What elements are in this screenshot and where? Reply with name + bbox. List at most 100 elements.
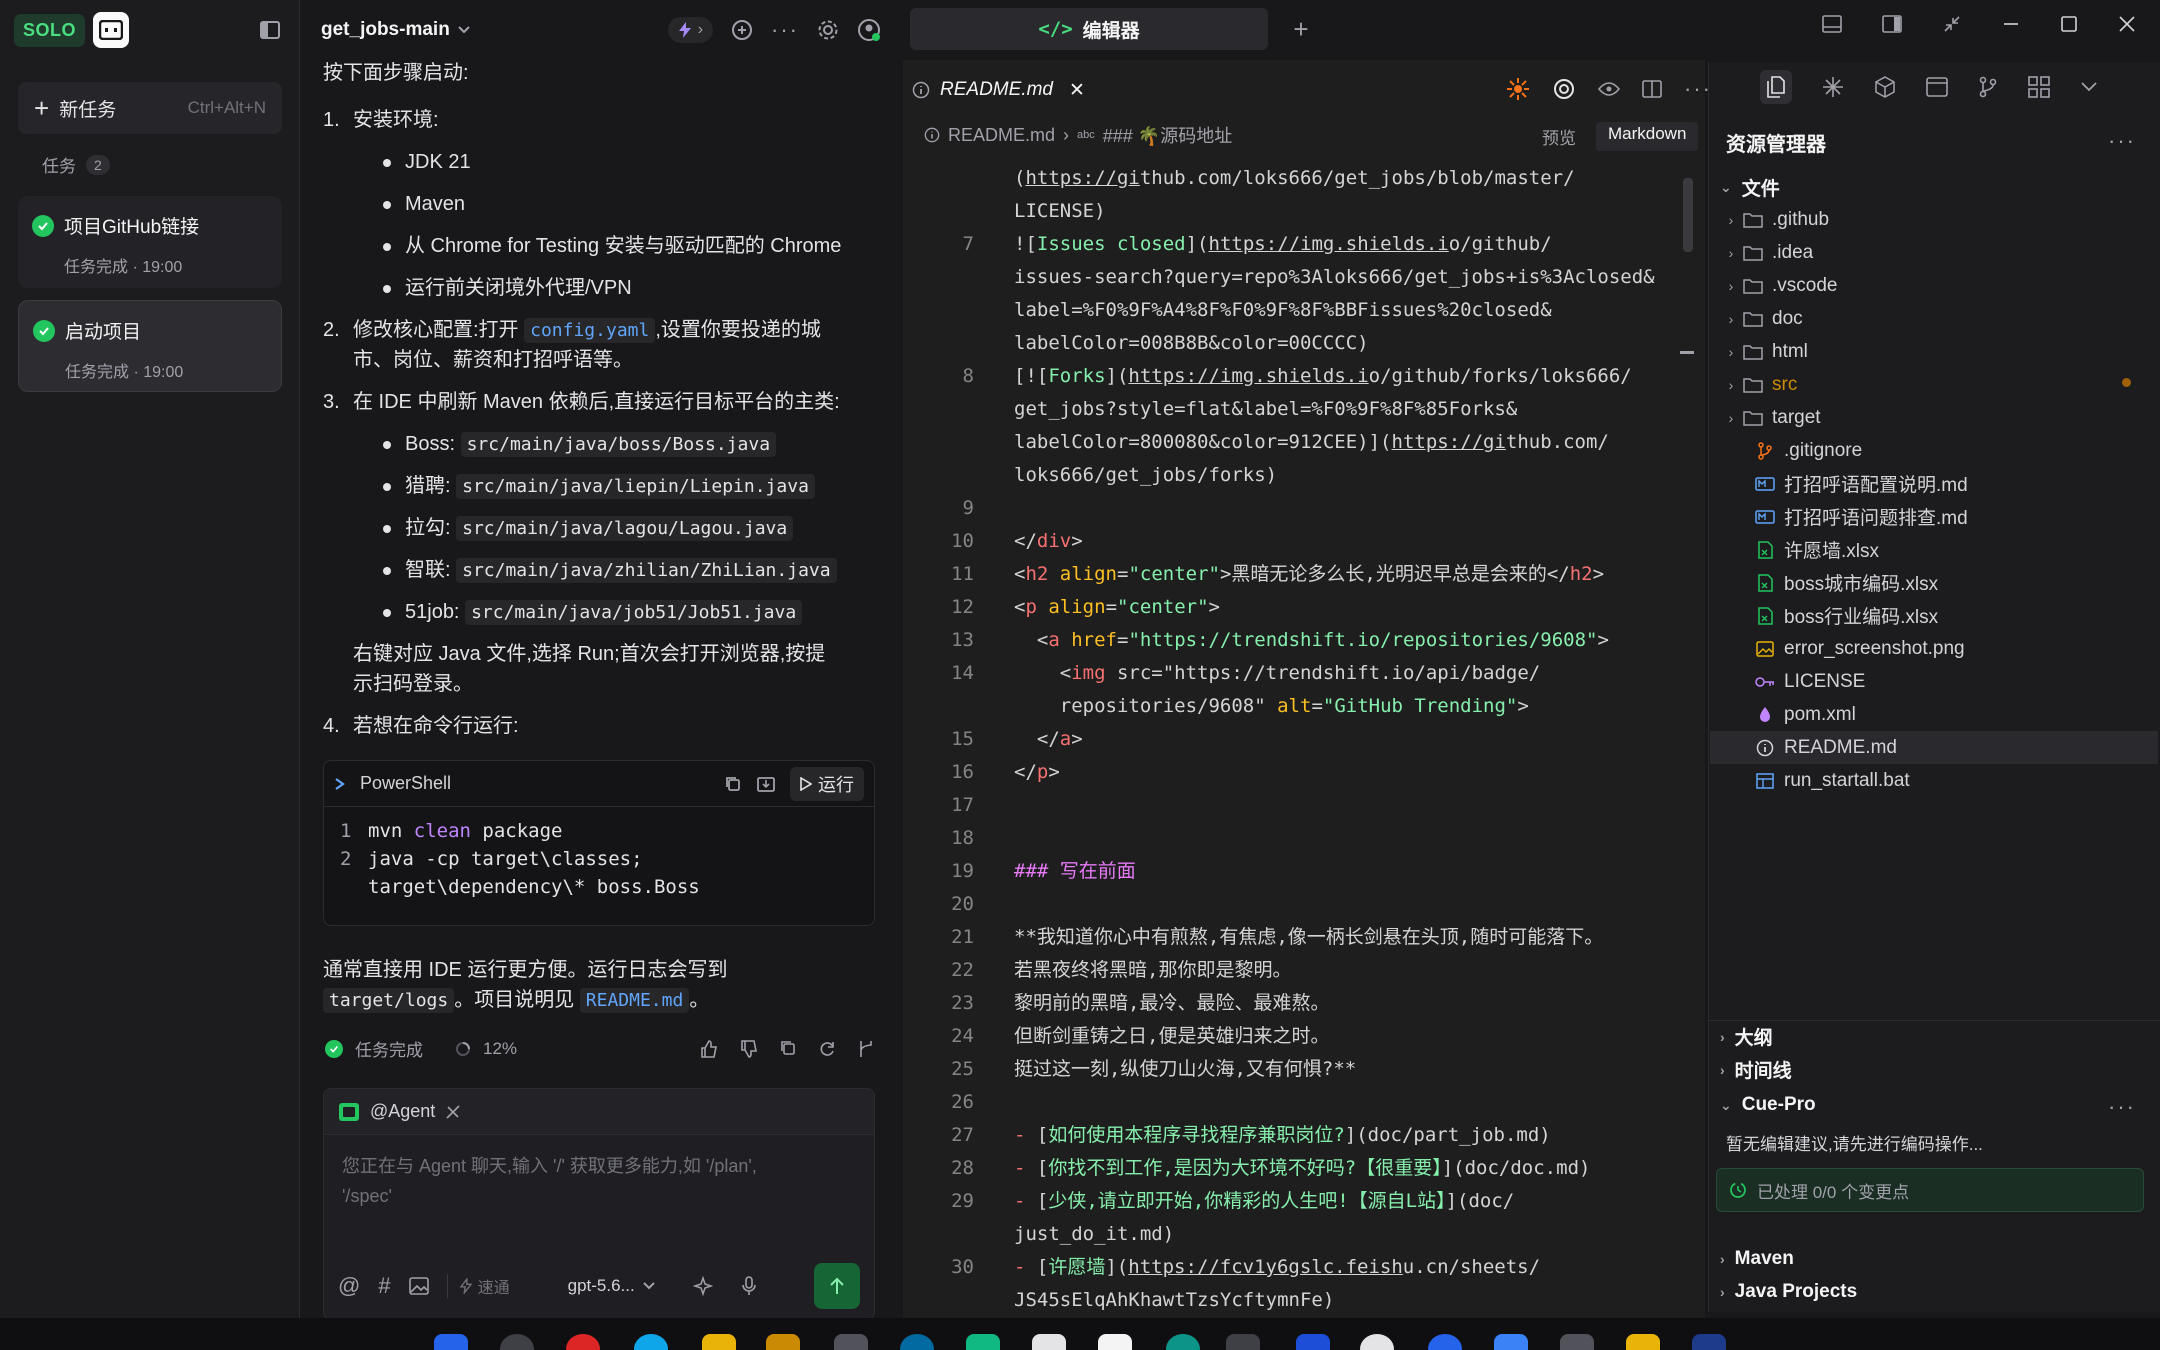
taskbar-app-icon[interactable] (1560, 1334, 1594, 1350)
chat-bubble-icon[interactable] (731, 19, 753, 41)
taskbar-app-icon[interactable] (702, 1334, 736, 1350)
tree-file[interactable]: 打招呼语配置说明.md (1720, 467, 2150, 500)
tree-folder[interactable]: › doc (1720, 302, 2150, 335)
gear-icon[interactable] (817, 19, 839, 41)
editor-window-tab[interactable]: </> 编辑器 (910, 8, 1268, 50)
code-editor[interactable]: (https://github.com/loks666/get_jobs/blo… (904, 162, 1674, 1312)
mode-toggle[interactable]: 速通 (446, 1274, 510, 1298)
close-icon[interactable] (2118, 15, 2136, 33)
file-tab-readme[interactable]: README.md ✕ (912, 70, 1085, 110)
more-icon[interactable]: ··· (2108, 1094, 2136, 1120)
maximize-icon[interactable] (2060, 15, 2078, 33)
browser-icon[interactable] (1926, 77, 1948, 97)
sparkle-icon[interactable] (1822, 76, 1844, 98)
preview-icon[interactable] (1598, 81, 1620, 97)
tree-file[interactable]: boss行业编码.xlsx (1720, 599, 2150, 632)
tools-icon[interactable] (445, 1104, 461, 1120)
abc-icon: abc (1077, 129, 1095, 141)
tree-folder[interactable]: › target (1720, 401, 2150, 434)
copy-icon[interactable] (779, 1039, 797, 1059)
tree-file[interactable]: boss城市编码.xlsx (1720, 566, 2150, 599)
layout-bottom-icon[interactable] (1822, 15, 1842, 33)
taskbar-app-icon[interactable] (1494, 1334, 1528, 1350)
tree-file[interactable]: 打招呼语问题排查.md (1720, 500, 2150, 533)
tree-file[interactable]: README.md (1710, 731, 2158, 764)
more-icon[interactable]: ··· (771, 17, 799, 43)
taskbar-app-icon[interactable] (1626, 1334, 1660, 1350)
tree-folder[interactable]: › src (1720, 368, 2150, 401)
cube-icon[interactable] (1874, 76, 1896, 98)
thumbs-down-icon[interactable] (739, 1039, 759, 1059)
bolt-menu-button[interactable]: › (667, 17, 714, 43)
code-line: (https://github.com/loks666/get_jobs/blo… (904, 162, 1674, 195)
taskbar-app-icon[interactable] (1692, 1334, 1726, 1350)
cue-pro-section[interactable]: ⌄ Cue-Pro (1720, 1094, 1816, 1116)
taskbar-app-icon[interactable] (1098, 1334, 1132, 1350)
timeline-section[interactable]: › 时间线 (1720, 1056, 1792, 1083)
tree-file[interactable]: .gitignore (1720, 434, 2150, 467)
extensions-icon[interactable] (2028, 76, 2050, 98)
layout-right-icon[interactable] (1882, 15, 1902, 33)
task-item[interactable]: 项目GitHub链接 任务完成 · 19:00 (18, 196, 282, 288)
refresh-icon[interactable] (817, 1039, 837, 1059)
branch-icon[interactable] (857, 1039, 875, 1059)
tree-file[interactable]: run_startall.bat (1720, 764, 2150, 797)
tab-markdown[interactable]: Markdown (1596, 122, 1699, 151)
xml-icon (1754, 706, 1776, 724)
split-editor-icon[interactable] (1642, 80, 1662, 98)
taskbar-app-icon[interactable] (966, 1334, 1000, 1350)
tree-file[interactable]: pom.xml (1720, 698, 2150, 731)
tree-file[interactable]: 许愿墙.xlsx (1720, 533, 2150, 566)
sidebar-toggle-icon[interactable] (258, 18, 282, 42)
taskbar-app-icon[interactable] (766, 1334, 800, 1350)
taskbar-app-icon[interactable] (1226, 1334, 1260, 1350)
minimize-icon[interactable] (2002, 15, 2020, 33)
new-task-button[interactable]: + 新任务 Ctrl+Alt+N (18, 82, 282, 134)
hash-icon[interactable]: # (378, 1273, 390, 1299)
image-icon[interactable] (408, 1277, 429, 1295)
close-tab-icon[interactable]: ✕ (1069, 79, 1085, 102)
taskbar-app-icon[interactable] (1296, 1334, 1330, 1350)
agent-label[interactable]: @Agent (370, 1101, 435, 1122)
add-tab-button[interactable]: + (1282, 10, 1320, 48)
thumbs-up-icon[interactable] (699, 1039, 719, 1059)
sparkle-icon[interactable] (692, 1276, 713, 1296)
insert-icon[interactable] (756, 775, 776, 793)
breadcrumb-file[interactable]: README.md (948, 125, 1055, 146)
tree-label: .vscode (1772, 274, 1838, 296)
project-selector[interactable]: get_jobs-main (321, 19, 470, 41)
more-icon[interactable]: ··· (2108, 128, 2136, 154)
files-section-header[interactable]: ⌄ 文件 (1720, 174, 1780, 201)
copy-icon[interactable] (724, 775, 742, 793)
tree-folder[interactable]: › .github (1720, 203, 2150, 236)
collapse-icon[interactable] (1942, 14, 1962, 34)
outline-section[interactable]: › 大纲 (1720, 1023, 1773, 1050)
tree-folder[interactable]: › .idea (1720, 236, 2150, 269)
tab-preview[interactable]: 预览 (1534, 122, 1584, 151)
chat-input[interactable]: 您正在与 Agent 聊天,输入 '/' 获取更多能力,如 '/plan', '… (324, 1135, 874, 1255)
tree-file[interactable]: LICENSE (1720, 665, 2150, 698)
cue-status-box[interactable]: 已处理 0/0 个变更点 (1716, 1168, 2144, 1212)
sun-icon[interactable] (1506, 77, 1530, 101)
scrollbar[interactable] (1683, 178, 1693, 252)
microphone-icon[interactable] (741, 1276, 757, 1296)
openai-icon[interactable] (1552, 77, 1576, 101)
tree-file[interactable]: error_screenshot.png (1720, 632, 2150, 665)
taskbar-app-icon[interactable] (1032, 1334, 1066, 1350)
java-projects-section[interactable]: › Java Projects (1720, 1281, 1857, 1303)
account-icon[interactable] (857, 18, 881, 42)
taskbar-app-icon[interactable] (834, 1334, 868, 1350)
files-icon[interactable] (1760, 70, 1792, 104)
tree-folder[interactable]: › html (1720, 335, 2150, 368)
send-button[interactable] (814, 1263, 860, 1309)
start-icon[interactable] (434, 1334, 468, 1350)
model-selector[interactable]: gpt-5.6... (568, 1276, 655, 1296)
tree-folder[interactable]: › .vscode (1720, 269, 2150, 302)
maven-section[interactable]: › Maven (1720, 1248, 1794, 1270)
source-control-icon[interactable] (1978, 76, 1998, 98)
breadcrumb-section[interactable]: ### 🌴源码地址 (1103, 122, 1232, 148)
mention-icon[interactable]: @ (338, 1273, 360, 1299)
chevron-down-icon[interactable] (2080, 81, 2098, 93)
task-item-active[interactable]: 启动项目 任务完成 · 19:00 (18, 300, 282, 392)
run-button[interactable]: 运行 (790, 766, 864, 801)
